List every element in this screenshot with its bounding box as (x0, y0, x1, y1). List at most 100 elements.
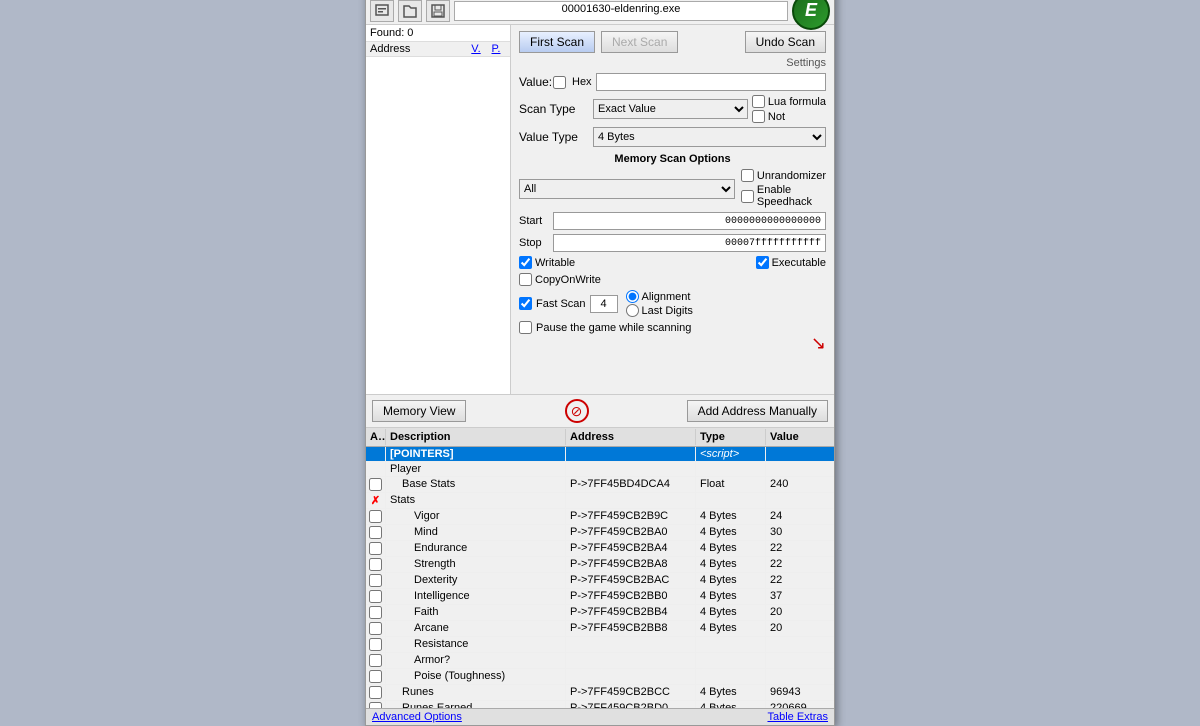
address-cell (566, 637, 696, 652)
save-button[interactable] (426, 0, 450, 22)
executable-checkbox[interactable] (756, 256, 769, 269)
lua-formula-checkbox[interactable] (752, 95, 765, 108)
row-checkbox[interactable] (369, 638, 382, 651)
table-row[interactable]: Resistance (366, 637, 834, 653)
description-cell: Runes Earned (386, 701, 566, 708)
active-cell (366, 477, 386, 492)
table-row[interactable]: FaithP->7FF459CB2BB44 Bytes20 (366, 605, 834, 621)
row-checkbox[interactable] (369, 670, 382, 683)
value-cell: 220669 (766, 701, 834, 708)
address-list[interactable] (366, 57, 510, 394)
row-checkbox[interactable] (369, 558, 382, 571)
value-cell: 37 (766, 589, 834, 604)
table-row[interactable]: ✗Stats (366, 493, 834, 509)
alignment-radio[interactable] (626, 290, 639, 303)
advanced-options-link[interactable]: Advanced Options (372, 711, 462, 723)
undo-scan-button[interactable]: Undo Scan (745, 31, 826, 53)
fast-scan-input[interactable] (590, 295, 618, 313)
address-cell (566, 447, 696, 461)
footer: Advanced Options Table Extras (366, 708, 834, 725)
table-row[interactable]: Poise (Toughness) (366, 669, 834, 685)
table-row[interactable]: StrengthP->7FF459CB2BA84 Bytes22 (366, 557, 834, 573)
v-col-header[interactable]: V. (466, 43, 486, 55)
address-table-header: Active Description Address Type Value (366, 428, 834, 447)
right-panel: First Scan Next Scan Undo Scan Settings … (511, 25, 834, 394)
row-checkbox[interactable] (369, 702, 382, 708)
type-cell: Float (696, 477, 766, 492)
col-address: Address (566, 429, 696, 445)
active-cell (366, 701, 386, 708)
description-cell: Strength (386, 557, 566, 572)
value-cell: 22 (766, 573, 834, 588)
first-scan-button[interactable]: First Scan (519, 31, 595, 53)
writable-checkbox[interactable] (519, 256, 532, 269)
table-extras-link[interactable]: Table Extras (767, 711, 828, 723)
value-input[interactable] (596, 73, 826, 91)
table-row[interactable]: Player (366, 462, 834, 477)
open-process-button[interactable] (370, 0, 394, 22)
open-file-button[interactable] (398, 0, 422, 22)
active-cell (366, 462, 386, 476)
description-cell: Base Stats (386, 477, 566, 492)
table-row[interactable]: DexterityP->7FF459CB2BAC4 Bytes22 (366, 573, 834, 589)
value-type-label: Value Type (519, 130, 589, 144)
table-row[interactable]: EnduranceP->7FF459CB2BA44 Bytes22 (366, 541, 834, 557)
pause-game-checkbox[interactable] (519, 321, 532, 334)
copyonwrite-label: CopyOnWrite (535, 274, 601, 286)
copyonwrite-checkbox[interactable] (519, 273, 532, 286)
row-checkbox[interactable] (369, 606, 382, 619)
row-checkbox[interactable] (369, 542, 382, 555)
speedhack-checkbox[interactable] (741, 190, 754, 203)
scan-type-select[interactable]: Exact Value (593, 99, 748, 119)
active-cell (366, 621, 386, 636)
description-cell: Endurance (386, 541, 566, 556)
value-type-select[interactable]: 4 Bytes (593, 127, 826, 147)
address-list-header: Address V. P. (366, 42, 510, 57)
type-cell: 4 Bytes (696, 509, 766, 524)
row-checkbox[interactable] (369, 622, 382, 635)
not-checkbox[interactable] (752, 110, 765, 123)
table-row[interactable]: MindP->7FF459CB2BA04 Bytes30 (366, 525, 834, 541)
unrandomizer-checkbox[interactable] (741, 169, 754, 182)
row-checkbox[interactable] (369, 574, 382, 587)
table-row[interactable]: Base StatsP->7FF45BD4DCA4Float240 (366, 477, 834, 493)
add-address-button[interactable]: Add Address Manually (687, 400, 828, 422)
col-description: Description (386, 429, 566, 445)
hex-checkbox[interactable] (553, 76, 566, 89)
stop-input[interactable] (553, 234, 826, 252)
type-cell: 4 Bytes (696, 685, 766, 700)
row-checkbox[interactable] (369, 510, 382, 523)
row-checkbox[interactable] (369, 590, 382, 603)
row-checkbox[interactable] (369, 654, 382, 667)
memory-all-select[interactable]: All (519, 179, 735, 199)
table-row[interactable]: [POINTERS]<script> (366, 447, 834, 462)
active-cell (366, 669, 386, 684)
table-row[interactable]: RunesP->7FF459CB2BCC4 Bytes96943 (366, 685, 834, 701)
table-row[interactable]: ArcaneP->7FF459CB2BB84 Bytes20 (366, 621, 834, 637)
value-cell (766, 653, 834, 668)
start-input[interactable] (553, 212, 826, 230)
value-cell: 22 (766, 541, 834, 556)
row-checkbox[interactable] (369, 526, 382, 539)
table-row[interactable]: Runes EarnedP->7FF459CB2BD04 Bytes220669 (366, 701, 834, 708)
table-row[interactable]: Armor? (366, 653, 834, 669)
type-cell (696, 669, 766, 684)
table-row[interactable]: VigorP->7FF459CB2B9C4 Bytes24 (366, 509, 834, 525)
value-cell (766, 493, 834, 508)
next-scan-button[interactable]: Next Scan (601, 31, 678, 53)
active-cell (366, 605, 386, 620)
last-digits-radio[interactable] (626, 304, 639, 317)
address-table-body[interactable]: [POINTERS]<script>PlayerBase StatsP->7FF… (366, 447, 834, 708)
address-cell: P->7FF459CB2B9C (566, 509, 696, 524)
table-row[interactable]: IntelligenceP->7FF459CB2BB04 Bytes37 (366, 589, 834, 605)
lua-formula-label: Lua formula (768, 96, 826, 108)
row-checkbox[interactable] (369, 478, 382, 491)
fast-scan-checkbox[interactable] (519, 297, 532, 310)
p-col-header[interactable]: P. (486, 43, 506, 55)
memory-view-button[interactable]: Memory View (372, 400, 466, 422)
value-row: Value: Hex (519, 73, 826, 91)
row-checkbox[interactable] (369, 686, 382, 699)
resize-arrow-icon[interactable]: ↘ (811, 333, 826, 354)
stop-button[interactable]: ⊘ (565, 399, 589, 423)
description-cell: Vigor (386, 509, 566, 524)
